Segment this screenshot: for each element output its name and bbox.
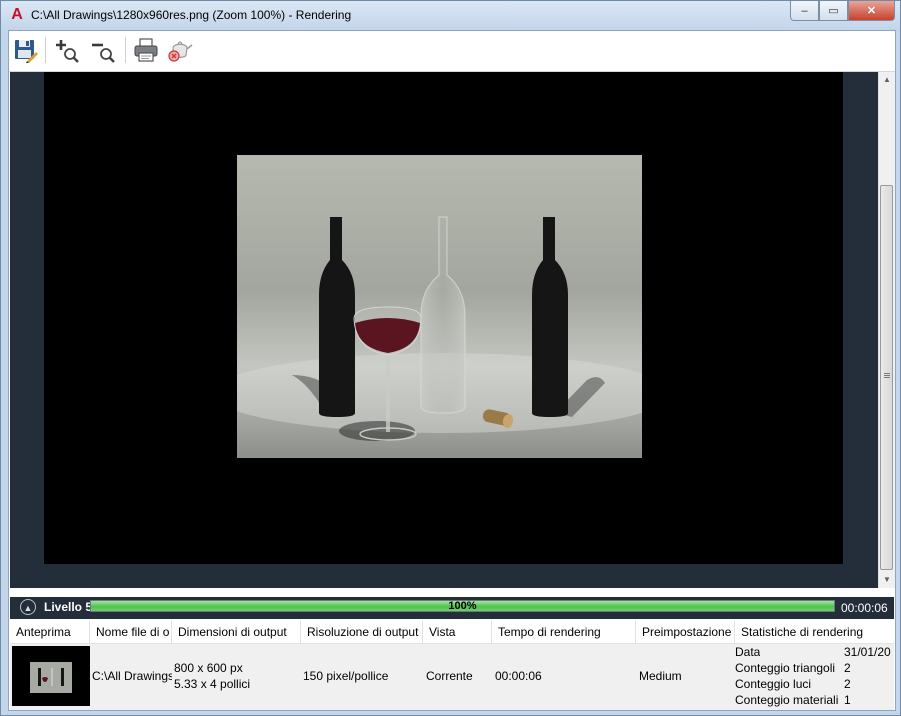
scroll-down-arrow-icon[interactable]: ▼ — [879, 572, 895, 588]
render-history-table: Anteprima Nome file di o Dimensioni di o… — [10, 621, 894, 710]
autocad-logo-icon: A — [11, 6, 23, 23]
zoom-out-icon — [92, 43, 115, 63]
minimize-icon: – — [801, 4, 808, 17]
preset-cell: Medium — [639, 669, 682, 683]
render-time-cell: 00:00:06 — [495, 669, 542, 683]
progress-percent: 100% — [448, 600, 477, 612]
render-level-label: Livello 5 — [44, 600, 93, 614]
column-header-output-resolution[interactable]: Risoluzione di output — [301, 621, 423, 643]
thumb-grip-icon — [884, 373, 890, 374]
zoom-in-icon — [56, 40, 79, 63]
close-icon: ✕ — [866, 5, 877, 17]
render-progress-bar: ▲ Livello 5 100% 00:00:06 — [10, 597, 894, 619]
scroll-thumb[interactable] — [880, 185, 893, 570]
stat-label-lights: Conteggio luci — [735, 677, 812, 691]
zoom-in-button[interactable] — [53, 36, 81, 64]
stat-value-lights: 2 — [844, 677, 851, 691]
column-header-statistics[interactable]: Statistiche di rendering — [735, 621, 894, 643]
toolbar-separator — [45, 37, 46, 63]
window-title: C:\All Drawings\1280x960res.png (Zoom 10… — [31, 8, 352, 22]
stat-value-materials: 1 — [844, 693, 851, 707]
column-header-render-time[interactable]: Tempo di rendering — [492, 621, 636, 643]
render-canvas — [44, 72, 843, 564]
window-controls: – ▭ ✕ — [790, 1, 895, 21]
print-icon — [134, 38, 158, 62]
stat-value-triangles: 2 — [844, 661, 851, 675]
zoom-out-button[interactable] — [89, 36, 117, 64]
view-cell: Corrente — [426, 669, 473, 683]
stat-label-materials: Conteggio materiali — [735, 693, 839, 707]
file-name-cell: C:\All Drawings — [92, 669, 172, 683]
maximize-icon: ▭ — [828, 5, 839, 17]
column-header-output-size[interactable]: Dimensioni di output — [172, 621, 301, 643]
print-button[interactable] — [132, 36, 160, 64]
preview-thumbnail — [12, 646, 90, 706]
client-area: ▲ ▼ ▲ Livello 5 100% 00:00:06 Anteprima … — [8, 30, 896, 711]
cancel-render-button[interactable] — [166, 36, 194, 64]
column-header-view[interactable]: Vista — [423, 621, 492, 643]
save-button[interactable] — [12, 36, 40, 64]
preview-image — [30, 662, 72, 693]
toolbar-separator — [125, 37, 126, 63]
rendered-image — [237, 155, 642, 458]
table-row[interactable]: C:\All Drawings 800 x 600 px 5.33 x 4 po… — [10, 644, 894, 710]
minimize-button[interactable]: – — [790, 1, 819, 21]
cancel-render-icon — [168, 41, 193, 62]
column-header-preview[interactable]: Anteprima — [10, 621, 90, 643]
elapsed-time: 00:00:06 — [841, 601, 888, 615]
toolbar — [9, 31, 895, 72]
resolution-cell: 150 pixel/pollice — [303, 669, 389, 683]
title-bar[interactable]: A C:\All Drawings\1280x960res.png (Zoom … — [1, 1, 900, 30]
table-header: Anteprima Nome file di o Dimensioni di o… — [10, 621, 894, 644]
stat-label-triangles: Conteggio triangoli — [735, 661, 836, 675]
column-header-preset[interactable]: Preimpostazione — [636, 621, 735, 643]
stat-value-date: 31/01/20 — [844, 645, 891, 659]
output-size-px: 800 x 600 px — [174, 661, 243, 675]
collapse-history-button[interactable]: ▲ — [20, 599, 36, 615]
vertical-scrollbar[interactable]: ▲ ▼ — [878, 72, 895, 588]
stat-label-date: Data — [735, 645, 761, 659]
save-icon — [15, 40, 38, 63]
scroll-up-arrow-icon[interactable]: ▲ — [879, 72, 895, 88]
maximize-button[interactable]: ▭ — [819, 1, 848, 21]
column-header-file-name[interactable]: Nome file di o — [90, 621, 172, 643]
render-window: A C:\All Drawings\1280x960res.png (Zoom … — [0, 0, 901, 716]
close-button[interactable]: ✕ — [848, 1, 895, 21]
render-viewport[interactable] — [10, 72, 878, 588]
output-size-inches: 5.33 x 4 pollici — [174, 677, 251, 691]
progress-track: 100% — [90, 600, 835, 612]
